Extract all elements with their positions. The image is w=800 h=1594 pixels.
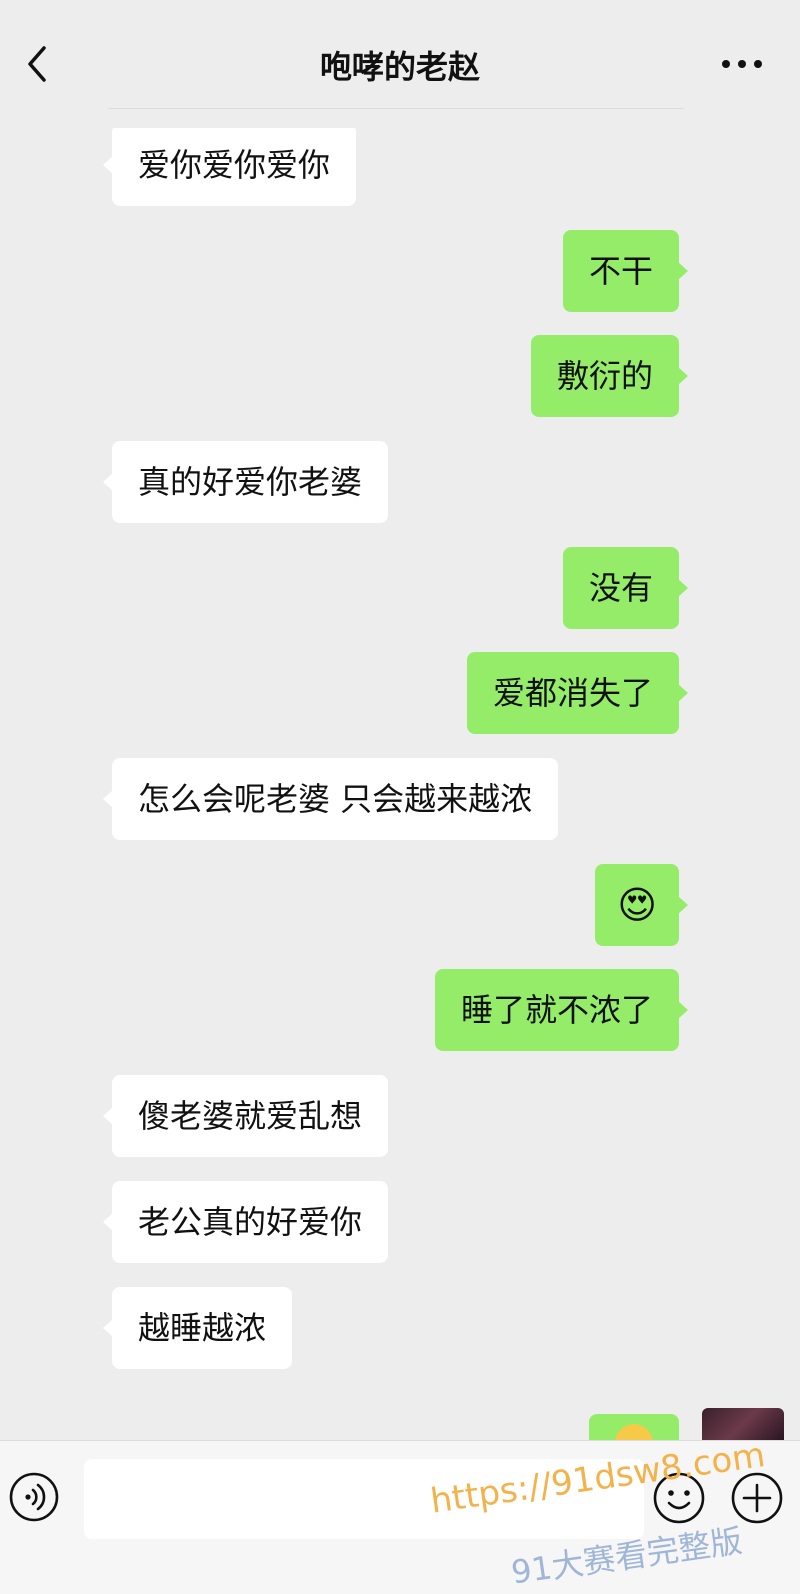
chat-area: 爱你爱你爱你 不干 敷衍的 真的好爱你老婆 没有 爱都消失了 怎么会呢老婆 只会… [0, 0, 800, 1440]
message-text: 爱你爱你爱你 [138, 146, 331, 184]
more-dots-icon[interactable] [720, 50, 764, 78]
message-text: 真的好爱你老婆 [138, 463, 363, 501]
message-text: 敷衍的 [556, 357, 653, 395]
message-bubble-received[interactable]: 真的好爱你老婆 [102, 441, 389, 523]
message-text: 傻老婆就爱乱想 [138, 1097, 363, 1135]
message-text: 越睡越浓 [138, 1309, 267, 1347]
message-bubble-received[interactable]: 怎么会呢老婆 只会越来越浓 [102, 758, 559, 840]
message-bubble-sent[interactable]: 敷衍的 [530, 335, 689, 417]
message-bubble-received[interactable]: 越睡越浓 [102, 1287, 293, 1369]
message-text: 不干 [588, 252, 653, 290]
divider [108, 108, 684, 109]
message-bubble-received[interactable]: 老公真的好爱你 [102, 1181, 389, 1263]
emoji-icon [615, 1424, 653, 1440]
message-text: 老公真的好爱你 [138, 1203, 363, 1241]
message-bubble-sent[interactable]: 爱都消失了 [466, 652, 689, 734]
message-text: 睡了就不浓了 [460, 991, 653, 1029]
chat-title: 咆哮的老赵 [319, 48, 480, 86]
message-text: 爱都消失了 [492, 674, 653, 712]
message-bubble-sent[interactable]: 睡了就不浓了 [434, 969, 689, 1051]
avatar[interactable] [702, 1408, 784, 1440]
message-bubble-sent-partial[interactable] [589, 1414, 679, 1440]
message-bubble-received[interactable]: 爱你爱你爱你 [102, 124, 357, 206]
message-bubble-received[interactable]: 傻老婆就爱乱想 [102, 1075, 389, 1157]
message-bubble-sent[interactable]: 😍 [595, 864, 688, 946]
message-text: 怎么会呢老婆 只会越来越浓 [138, 780, 533, 818]
voice-icon[interactable] [8, 1471, 60, 1523]
chat-header: 咆哮的老赵 [0, 0, 800, 128]
message-text: 没有 [588, 569, 653, 607]
heart-eyes-emoji-icon: 😍 [617, 883, 657, 927]
message-bubble-sent[interactable]: 不干 [562, 230, 689, 312]
message-bubble-sent[interactable]: 没有 [562, 547, 689, 629]
